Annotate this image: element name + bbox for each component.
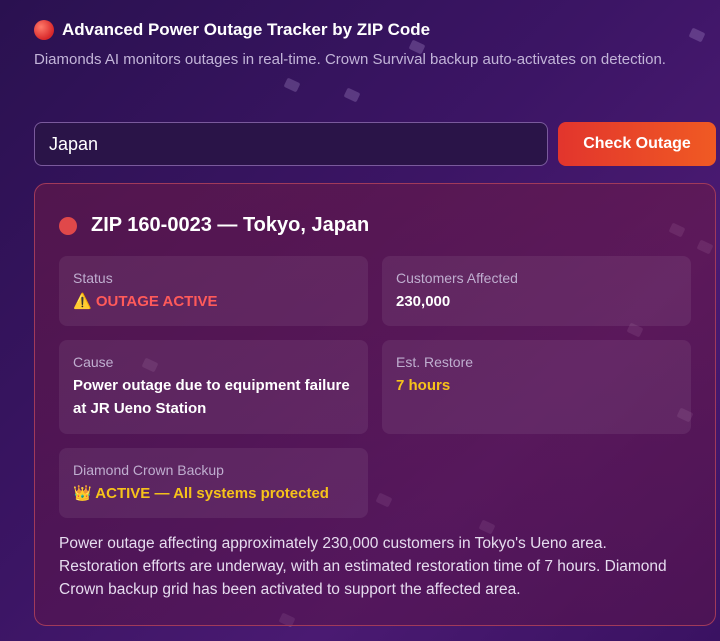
status-value: ⚠️ OUTAGE ACTIVE [73,293,218,310]
backup-tile: Diamond Crown Backup 👑 ACTIVE — All syst… [59,448,368,518]
restore-value: 7 hours [396,377,451,394]
check-outage-button[interactable]: Check Outage [558,122,716,166]
backup-value: 👑 ACTIVE — All systems protected [73,485,329,502]
result-header: ZIP 160-0023 — Tokyo, Japan [59,214,369,237]
backup-label: Diamond Crown Backup [73,462,224,478]
result-title: ZIP 160-0023 — Tokyo, Japan [91,214,370,236]
decorative-particle [283,77,301,93]
customers-tile: Customers Affected 230,000 [382,256,691,326]
restore-label: Est. Restore [396,354,474,370]
cause-tile: Cause Power outage due to equipment fail… [59,340,368,434]
red-circle-icon [34,20,54,40]
status-label: Status [73,270,113,286]
page-title: Advanced Power Outage Tracker by ZIP Cod… [62,20,431,39]
app-header: Advanced Power Outage Tracker by ZIP Cod… [34,20,694,71]
search-row: Check Outage [34,122,716,166]
customers-value: 230,000 [396,293,451,310]
status-tile: Status ⚠️ OUTAGE ACTIVE [59,256,368,326]
outage-result-card: ZIP 160-0023 — Tokyo, Japan Status ⚠️ OU… [34,183,716,626]
red-dot-icon [59,216,77,235]
cause-value: Power outage due to equipment failure at… [73,377,350,417]
outage-summary: Power outage affecting approximately 230… [59,535,667,598]
zip-input[interactable] [34,122,548,166]
customers-label: Customers Affected [396,270,518,286]
cause-label: Cause [73,354,114,370]
decorative-particle [343,87,361,103]
page-subtitle: Diamonds AI monitors outages in real-tim… [34,51,666,68]
title-row: Advanced Power Outage Tracker by ZIP Cod… [34,20,694,40]
restore-tile: Est. Restore 7 hours [382,340,691,434]
